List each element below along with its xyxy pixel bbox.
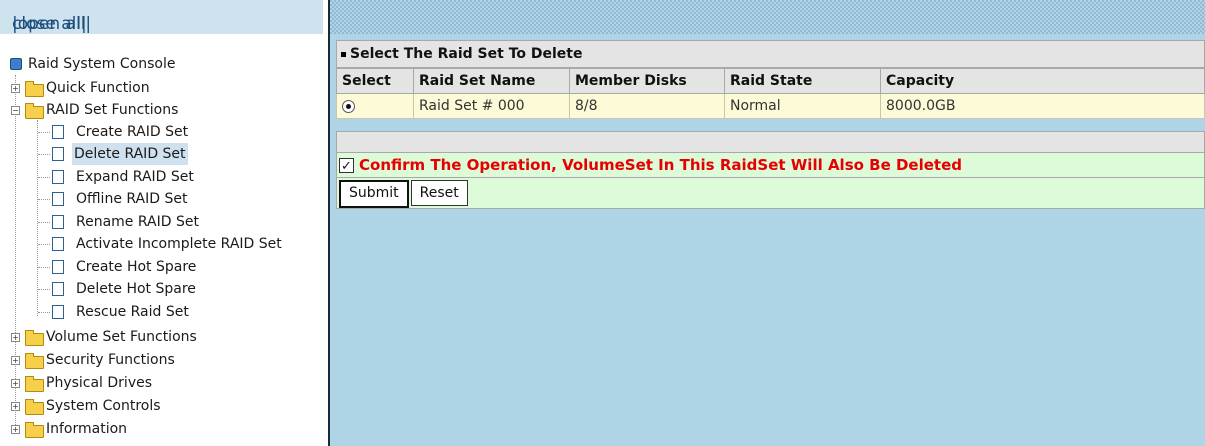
table-row[interactable]: Raid Set # 000 8/8 Normal 8000.0GB xyxy=(336,93,1205,119)
header-banner xyxy=(330,0,1205,34)
tree-item-security-functions[interactable]: + Security Functions xyxy=(11,349,177,371)
section-title: Select The Raid Set To Delete xyxy=(336,40,1205,68)
tree-item-label: Security Functions xyxy=(46,352,175,368)
tree-item-activate-incomplete-raid-set[interactable]: Activate Incomplete RAID Set xyxy=(52,233,284,255)
select-cell xyxy=(336,93,414,119)
collapse-icon[interactable]: − xyxy=(11,106,20,115)
tree-root-label: Raid System Console xyxy=(28,56,176,72)
page-icon xyxy=(52,192,64,206)
tree-item-delete-hot-spare[interactable]: Delete Hot Spare xyxy=(52,278,198,300)
page-icon xyxy=(52,147,64,161)
folder-open-icon xyxy=(25,103,44,119)
tree-item-label: Expand RAID Set xyxy=(76,169,194,185)
tree-item-label: Delete RAID Set xyxy=(72,143,188,165)
submit-button[interactable]: Submit xyxy=(339,180,409,208)
tree-item-rename-raid-set[interactable]: Rename RAID Set xyxy=(52,211,201,233)
page-icon xyxy=(52,215,64,229)
tree-item-raid-set-functions[interactable]: − RAID Set Functions xyxy=(11,99,180,121)
separator-bar xyxy=(336,131,1205,153)
tree-item-rescue-raid-set[interactable]: Rescue Raid Set xyxy=(52,301,191,323)
raid-set-radio[interactable] xyxy=(342,99,355,113)
tree-item-label: Delete Hot Spare xyxy=(76,281,196,297)
expand-icon[interactable]: + xyxy=(11,333,20,342)
close-all-link[interactable]: close all| xyxy=(12,14,87,34)
table-header-row: Select Raid Set Name Member Disks Raid S… xyxy=(336,68,1205,94)
folder-icon xyxy=(25,81,44,97)
page-icon xyxy=(52,282,64,296)
tree-item-label: Create Hot Spare xyxy=(76,259,197,275)
tree-item-create-hot-spare[interactable]: Create Hot Spare xyxy=(52,256,198,278)
reset-button[interactable]: Reset xyxy=(410,180,468,206)
navigation-pane: |open all| close all| Raid System Console… xyxy=(0,0,328,446)
tree-item-label: Rename RAID Set xyxy=(76,214,199,230)
tree-item-create-raid-set[interactable]: Create RAID Set xyxy=(52,121,190,143)
bullet-icon xyxy=(341,51,346,57)
column-header: Raid State xyxy=(724,68,881,94)
folder-icon xyxy=(25,353,44,369)
folder-icon xyxy=(25,422,44,438)
console-icon xyxy=(10,58,22,70)
tree-toggle-bar: |open all| close all| xyxy=(0,0,323,34)
expand-icon[interactable]: + xyxy=(11,379,20,388)
tree-item-label: Activate Incomplete RAID Set xyxy=(76,236,282,252)
tree-item-quick-function[interactable]: + Quick Function xyxy=(11,77,152,99)
tree-root[interactable]: Raid System Console xyxy=(10,53,177,75)
expand-icon[interactable]: + xyxy=(11,356,20,365)
tree-item-label: Information xyxy=(46,421,128,437)
action-row: Submit Reset xyxy=(336,178,1205,209)
confirm-row: Confirm The Operation, VolumeSet In This… xyxy=(336,153,1205,179)
expand-icon[interactable]: + xyxy=(11,84,20,93)
folder-icon xyxy=(25,399,44,415)
tree-item-label: Rescue Raid Set xyxy=(76,304,189,320)
tree-item-label: Physical Drives xyxy=(46,375,153,391)
tree-item-label: Volume Set Functions xyxy=(46,329,197,345)
column-header: Raid Set Name xyxy=(413,68,570,94)
tree-item-system-controls[interactable]: + System Controls xyxy=(11,395,163,417)
content-pane: Select The Raid Set To Delete Select Rai… xyxy=(330,0,1205,446)
tree-item-label: Quick Function xyxy=(46,80,150,96)
column-header: Select xyxy=(336,68,414,94)
confirm-checkbox[interactable] xyxy=(339,155,354,179)
folder-icon xyxy=(25,376,44,392)
raid-state-cell: Normal xyxy=(724,93,881,119)
page-icon xyxy=(52,305,64,319)
expand-icon[interactable]: + xyxy=(11,425,20,434)
tree-item-delete-raid-set[interactable]: Delete RAID Set xyxy=(52,143,188,165)
member-disks-cell: 8/8 xyxy=(569,93,725,119)
tree-item-label: Create RAID Set xyxy=(76,124,189,140)
page-icon xyxy=(52,125,64,139)
tree-item-information[interactable]: + Information xyxy=(11,418,129,440)
section-title-text: Select The Raid Set To Delete xyxy=(350,46,583,62)
folder-icon xyxy=(25,330,44,346)
raid-set-table: Select Raid Set Name Member Disks Raid S… xyxy=(336,68,1205,119)
tree-item-physical-drives[interactable]: + Physical Drives xyxy=(11,372,154,394)
tree-branch xyxy=(37,120,38,316)
column-header: Member Disks xyxy=(569,68,725,94)
page-icon xyxy=(52,237,64,251)
tree-item-label: System Controls xyxy=(46,398,161,414)
tree-item-offline-raid-set[interactable]: Offline RAID Set xyxy=(52,188,189,210)
raid-set-name-cell: Raid Set # 000 xyxy=(413,93,570,119)
tree-item-label: Offline RAID Set xyxy=(76,191,188,207)
page-icon xyxy=(52,170,64,184)
confirm-label: Confirm The Operation, VolumeSet In This… xyxy=(359,156,963,174)
column-header: Capacity xyxy=(880,68,1205,94)
tree-item-volume-set-functions[interactable]: + Volume Set Functions xyxy=(11,326,199,348)
tree-item-label: RAID Set Functions xyxy=(46,102,179,118)
page-icon xyxy=(52,260,64,274)
capacity-cell: 8000.0GB xyxy=(880,93,1205,119)
expand-icon[interactable]: + xyxy=(11,402,20,411)
tree-item-expand-raid-set[interactable]: Expand RAID Set xyxy=(52,166,196,188)
delete-raid-set-form: Select The Raid Set To Delete Select Rai… xyxy=(336,40,1205,209)
